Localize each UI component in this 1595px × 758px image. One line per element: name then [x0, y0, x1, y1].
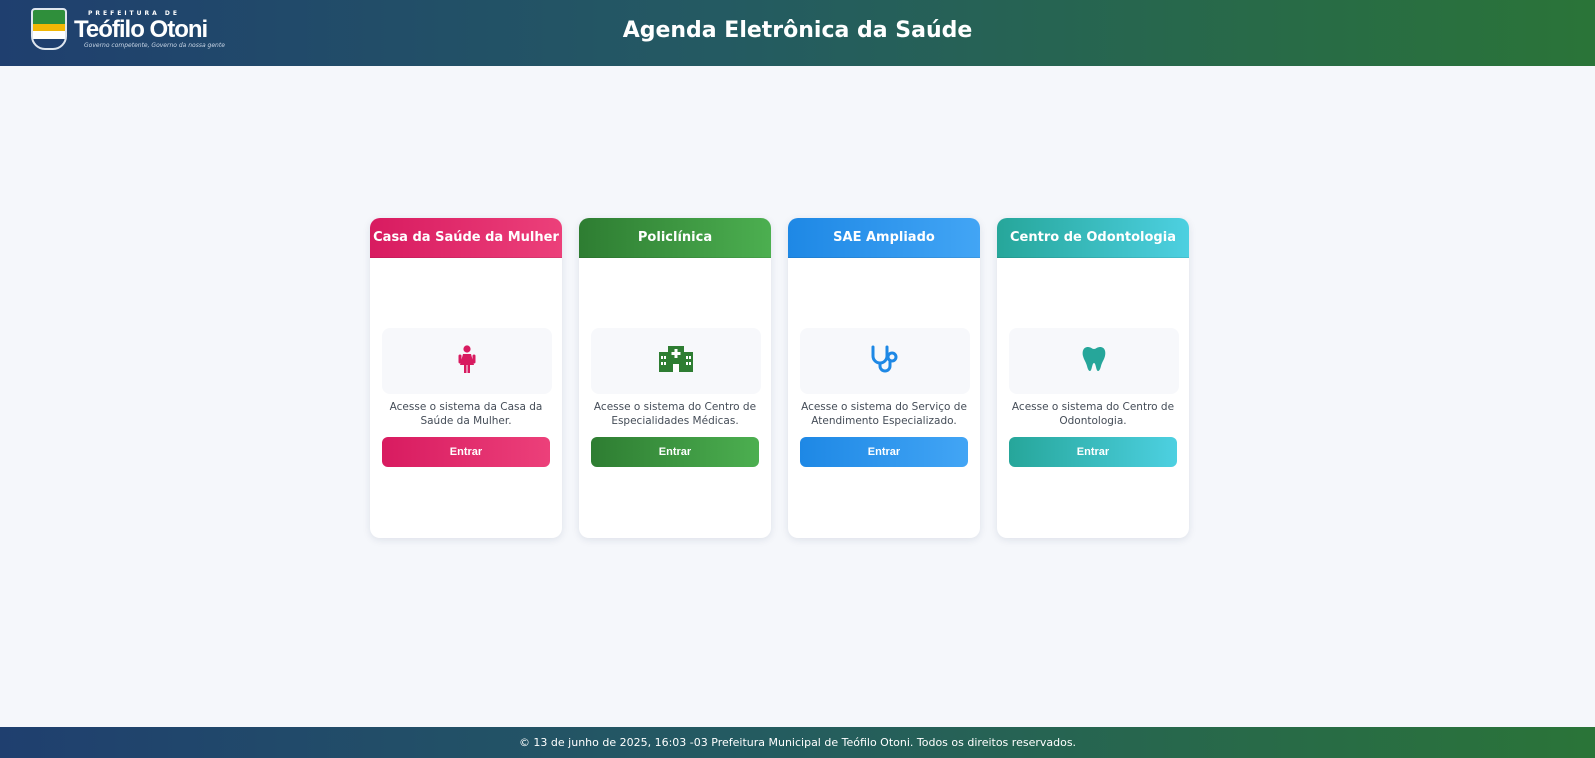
card-icon-box [382, 328, 552, 394]
card-icon-box [1009, 328, 1179, 394]
hospital-building-icon [659, 346, 693, 376]
card-icon-box [591, 328, 761, 394]
female-person-icon [457, 345, 477, 377]
entrar-button[interactable]: Entrar [1009, 437, 1177, 467]
copyright-text: © 13 de junho de 2025, 16:03 -03 Prefeit… [518, 736, 1077, 749]
card-header: Centro de Odontologia [997, 218, 1189, 258]
card-centro-odontologia: Centro de Odontologia Acesse o sistema d… [997, 218, 1189, 538]
site-header: PREFEITURA DE Teófilo Otoni Governo comp… [0, 0, 1595, 66]
card-icon-box [800, 328, 970, 394]
entrar-button[interactable]: Entrar [800, 437, 968, 467]
card-header: Casa da Saúde da Mulher [370, 218, 562, 258]
card-description: Acesse o sistema do Centro de Odontologi… [1011, 401, 1175, 427]
card-description: Acesse o sistema do Serviço de Atendimen… [801, 401, 967, 427]
card-casa-saude-mulher: Casa da Saúde da Mulher Acesse o sistema… [370, 218, 562, 538]
card-header: SAE Ampliado [788, 218, 980, 258]
site-footer: © 13 de junho de 2025, 16:03 -03 Prefeit… [0, 727, 1595, 758]
card-description: Acesse o sistema da Casa da Saúde da Mul… [389, 401, 543, 427]
page-title: Agenda Eletrônica da Saúde [622, 18, 973, 43]
card-sae-ampliado: SAE Ampliado Acesse o sistema do Serviço… [788, 218, 980, 538]
card-header: Policlínica [579, 218, 771, 258]
tooth-icon [1082, 346, 1106, 376]
card-description: Acesse o sistema do Centro de Especialid… [593, 401, 757, 427]
card-policlinica: Policlínica Acesse o sistema do Centro d… [579, 218, 771, 538]
entrar-button[interactable]: Entrar [382, 437, 550, 467]
entrar-button[interactable]: Entrar [591, 437, 759, 467]
stethoscope-icon [870, 345, 900, 377]
